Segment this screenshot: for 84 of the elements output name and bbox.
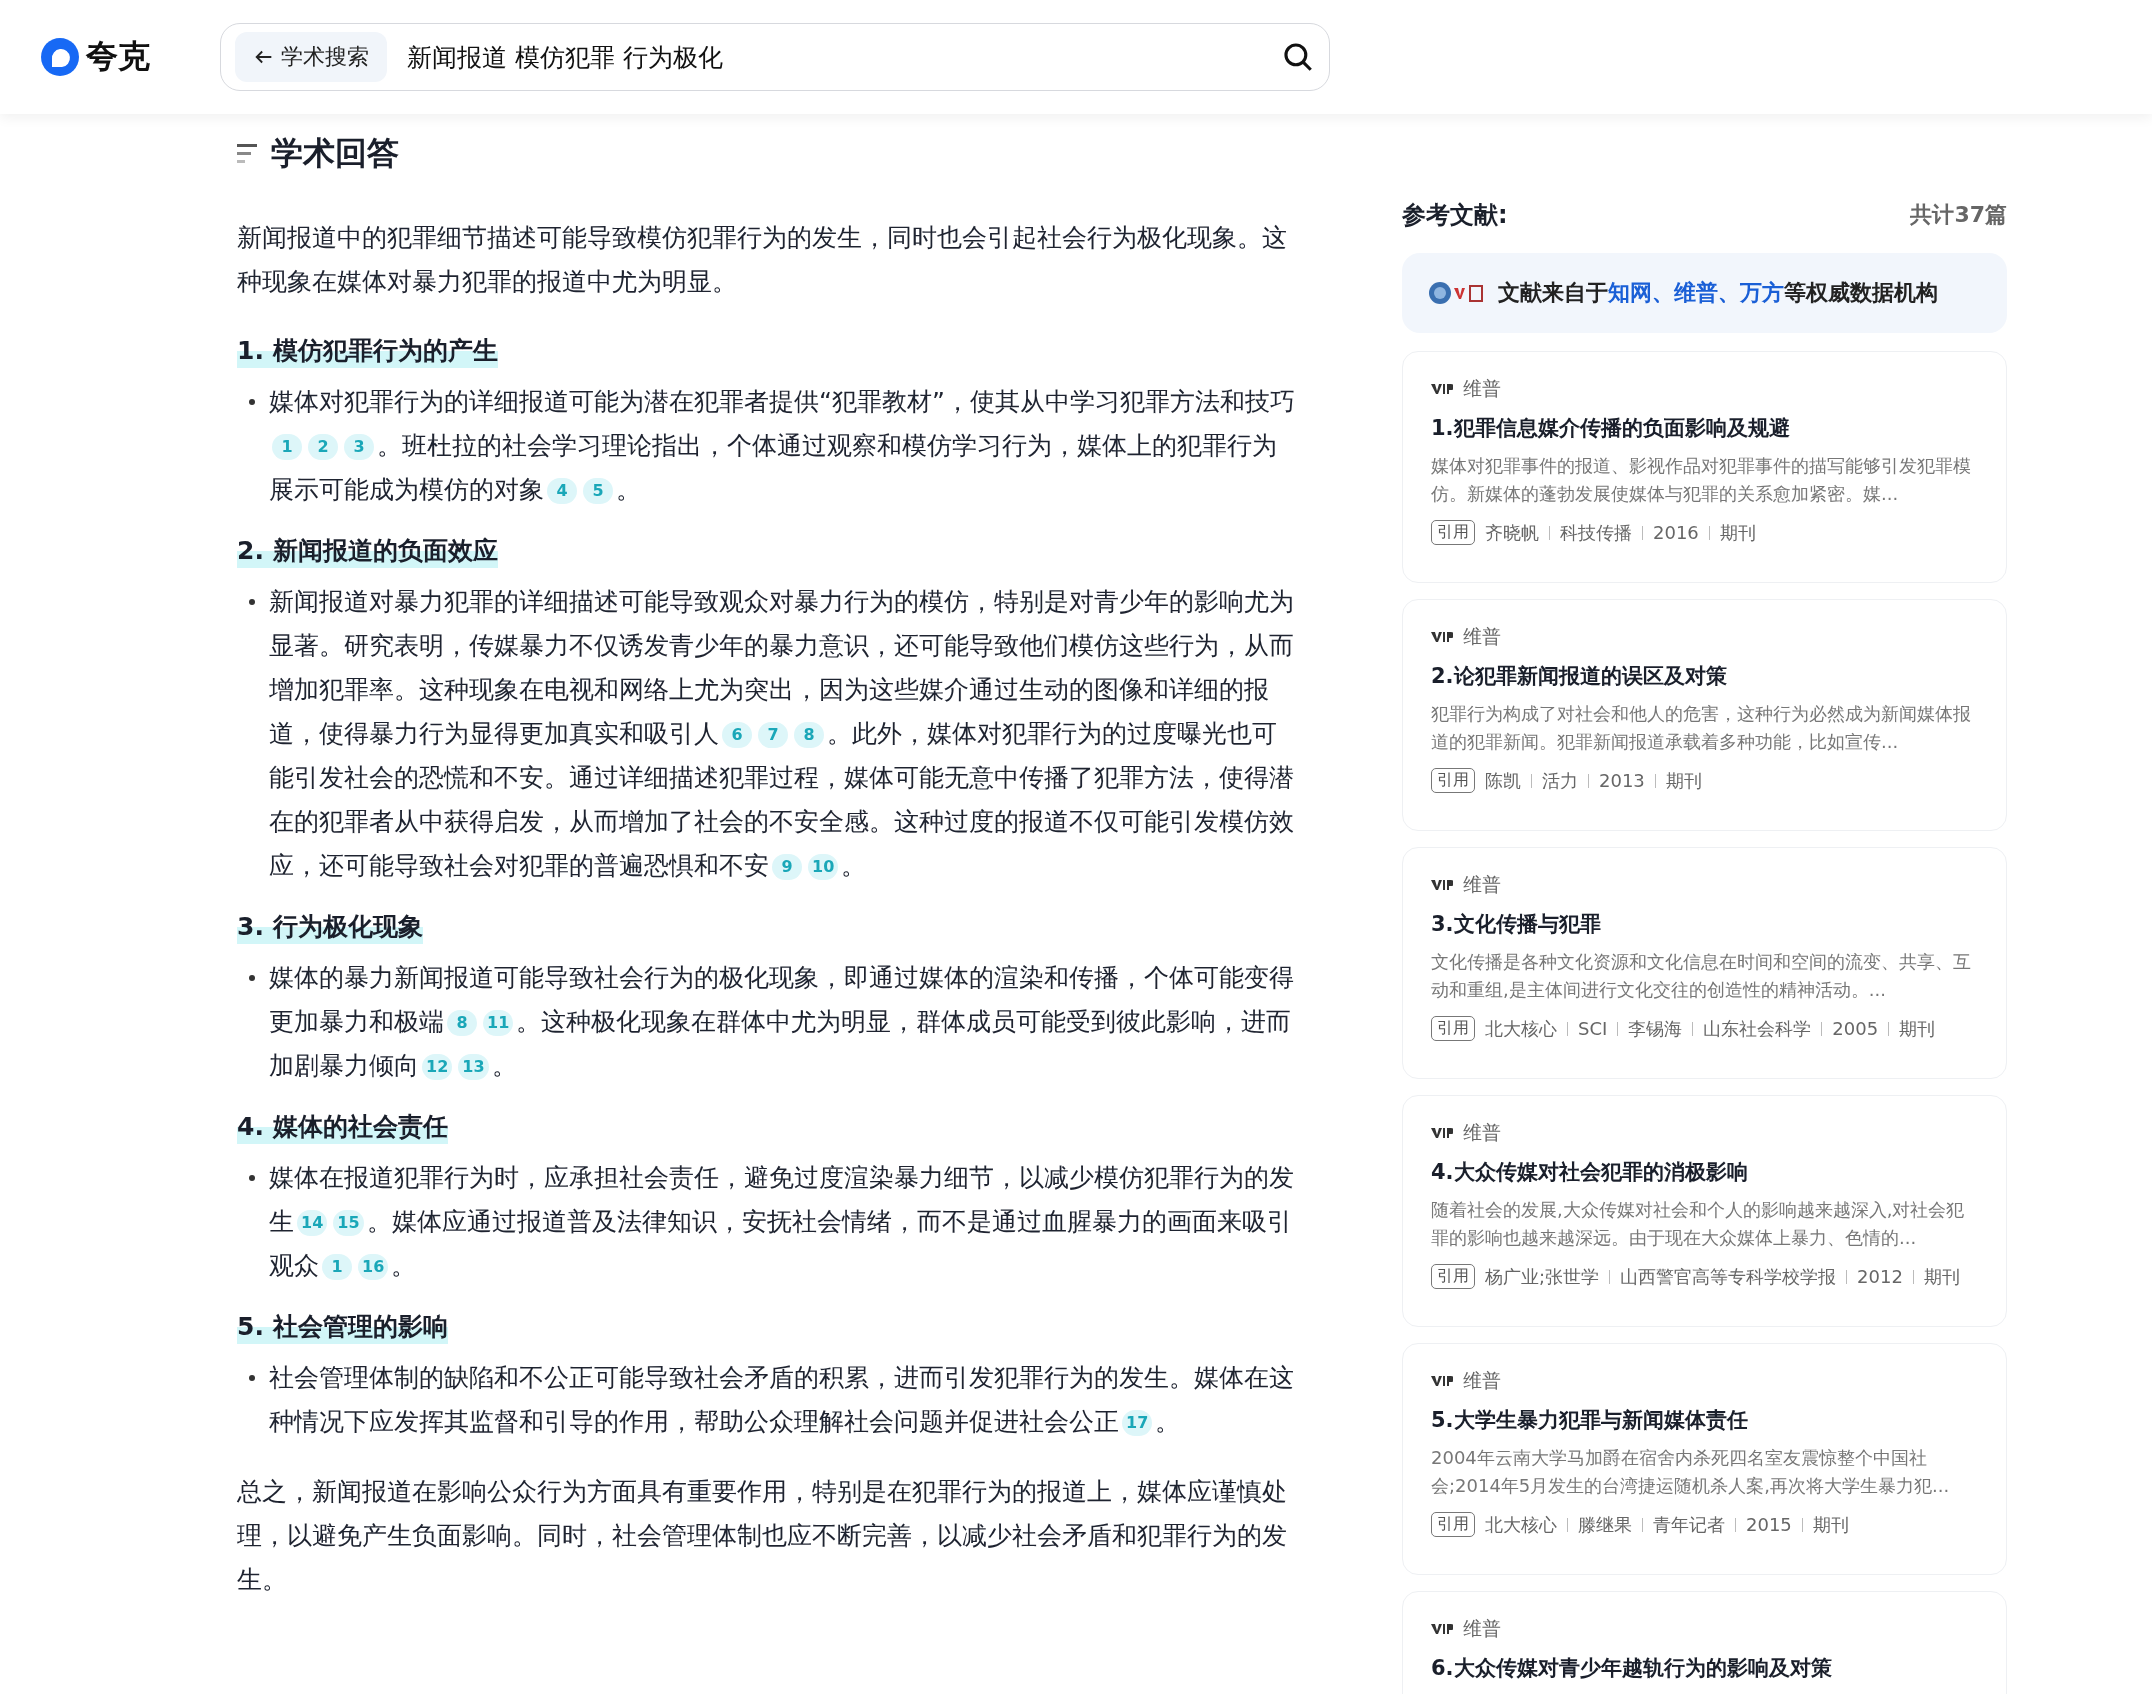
reference-meta: 杨广业;张世学 bbox=[1485, 1264, 1600, 1289]
reference-abstract: 随着社会的发展,大众传媒对社会和个人的影响越来越深入,对社会犯罪的影响也越来越深远。由于现在大众媒体上暴力、色情的... bbox=[1431, 1198, 1966, 1250]
reference-meta: 期刊 bbox=[1812, 1512, 1849, 1537]
reference-meta: 科技传播 bbox=[1560, 520, 1632, 545]
reference-card[interactable]: 维普 5.大学生暴力犯罪与新闻媒体责任 2004年云南大学马加爵在宿舍内杀死四名室友震惊整个中国社会;2014年5月发生的台湾捷运随机杀人案,再次将大学生暴力犯... 引用 北大核心 滕继果 青年记者 2015 期刊 bbox=[1402, 1343, 2007, 1575]
bullet-paragraph: 媒体对犯罪行为的详细报道可能为潜在犯罪者提供“犯罪教材”，使其从中学习犯罪方法和技巧 1 2 3 。班杜拉的社会学习理论指出，个体通过观察和模仿学习行为，媒体上的犯罪行为展示可能成为模仿的对象 4 5 。 bbox=[269, 386, 1296, 506]
source-label: 维普 bbox=[1463, 1368, 1501, 1393]
source-label: 维普 bbox=[1463, 1616, 1501, 1641]
source-banner-text: 文献来自于知网、维普、万方等权威数据机构 bbox=[1498, 279, 1938, 307]
reference-title[interactable]: 3.文化传播与犯罪 bbox=[1431, 910, 1978, 938]
cite-button[interactable]: 引用 bbox=[1431, 1512, 1475, 1537]
reference-meta: 山东社会科学 bbox=[1703, 1016, 1812, 1041]
reference-meta: 活力 bbox=[1542, 768, 1578, 793]
logo-text: 夸克 bbox=[86, 36, 150, 77]
vip-logo-icon bbox=[1431, 1623, 1453, 1635]
reference-meta: 期刊 bbox=[1665, 768, 1702, 793]
answer-title: 学术回答 bbox=[271, 133, 399, 174]
reference-title[interactable]: 6.大众传媒对青少年越轨行为的影响及对策 bbox=[1431, 1654, 1978, 1682]
back-button[interactable]: 学术搜索 bbox=[235, 32, 387, 82]
reference-title[interactable]: 4.大众传媒对社会犯罪的消极影响 bbox=[1431, 1158, 1978, 1186]
section-heading: 2. 新闻报道的负面效应 bbox=[237, 534, 498, 568]
cite-button[interactable]: 引用 bbox=[1431, 1016, 1475, 1041]
reference-meta: 山西警官高等专科学校学报 bbox=[1620, 1264, 1837, 1289]
reference-meta: 期刊 bbox=[1899, 1016, 1936, 1041]
reference-meta: SCI bbox=[1578, 1018, 1608, 1039]
vip-logo-icon bbox=[1431, 879, 1453, 891]
bullet-dot bbox=[249, 1375, 255, 1381]
cite-button[interactable]: 引用 bbox=[1431, 1264, 1475, 1289]
bullet-paragraph: 新闻报道对暴力犯罪的详细描述可能导致观众对暴力行为的模仿，特别是对青少年的影响尤为显著。研究表明，传媒暴力不仅诱发青少年的暴力意识，还可能导致他们模仿这些行为，从而增加犯罪率。这种现象在电视和网络上尤为突出，因为这些媒介通过生动的图像和详细的报道，使得暴力行为显得更加真实和吸引人 6 7 8 。此外，媒体对犯罪行为的过度曝光也可能引发社会的恐慌和不安。通过详细描述犯罪过程，媒体可能无意中传播了犯罪方法，使得潜在的犯罪者从中获得启发，从而增加了社会的不安全感。这种过度的报道不仅可能引发模仿效应，还可能导致社会对犯罪的普遍恐惧和不安 9 10 。 bbox=[269, 586, 1295, 882]
list-icon bbox=[237, 142, 259, 166]
search-field[interactable]: 学术搜索 新闻报道 模仿犯罪 行为极化 bbox=[220, 23, 1330, 91]
bullet-dot bbox=[249, 1175, 255, 1181]
reference-meta: 齐晓帆 bbox=[1485, 520, 1539, 545]
reference-card[interactable]: 维普 6.大众传媒对青少年越轨行为的影响及对策 bbox=[1402, 1591, 2007, 1694]
source-label: 维普 bbox=[1463, 376, 1501, 401]
search-icon[interactable] bbox=[1281, 40, 1315, 74]
database-logos-icon bbox=[1428, 280, 1484, 306]
vip-logo-icon bbox=[1431, 1375, 1453, 1387]
reference-abstract: 媒体对犯罪事件的报道、影视作品对犯罪事件的描写能够引发犯罪模仿。新媒体的蓬勃发展使媒体与犯罪的关系愈加紧密。媒... bbox=[1431, 454, 1972, 506]
reference-title[interactable]: 1.犯罪信息媒介传播的负面影响及规避 bbox=[1431, 414, 1978, 442]
bullet-paragraph: 媒体的暴力新闻报道可能导致社会行为的极化现象，即通过媒体的渲染和传播，个体可能变得更加暴力和极端 8 11 。这种极化现象在群体中尤为明显，群体成员可能受到彼此影响，进而加剧暴力倾向 12 13 。 bbox=[269, 962, 1295, 1082]
bullet-paragraph: 媒体在报道犯罪行为时，应承担社会责任，避免过度渲染暴力细节，以减少模仿犯罪行为的发生 14 15 。媒体应通过报道普及法律知识，安抚社会情绪，而不是通过血腥暴力的画面来吸引观众 1 16 。 bbox=[269, 1162, 1295, 1282]
reference-meta: 期刊 bbox=[1923, 1264, 1960, 1289]
reference-meta: 青年记者 bbox=[1653, 1512, 1725, 1537]
reference-meta: 北大核心 bbox=[1485, 1512, 1557, 1537]
reference-card[interactable]: 维普 3.文化传播与犯罪 文化传播是各种文化资源和文化信息在时间和空间的流变、共享、互动和重组,是主体间进行文化交往的创造性的精神活动。... 引用 北大核心 SCI 李锡海 山东社会科学 2005 期刊 bbox=[1402, 847, 2007, 1079]
bullet-dot bbox=[249, 599, 255, 605]
reference-meta: 期刊 bbox=[1719, 520, 1756, 545]
reference-title[interactable]: 5.大学生暴力犯罪与新闻媒体责任 bbox=[1431, 1406, 1978, 1434]
source-label: 维普 bbox=[1463, 872, 1501, 897]
reference-card[interactable]: 维普 4.大众传媒对社会犯罪的消极影响 随着社会的发展,大众传媒对社会和个人的影响越来越深入,对社会犯罪的影响也越来越深远。由于现在大众媒体上暴力、色情的... 引用 杨广业;张世学 山西警官高等专科学校学报 2012 期刊 bbox=[1402, 1095, 2007, 1327]
vip-logo-icon bbox=[1431, 631, 1453, 643]
reference-meta: 2013 bbox=[1599, 770, 1645, 791]
reference-meta: 2012 bbox=[1857, 1266, 1903, 1287]
reference-meta: 滕继果 bbox=[1578, 1512, 1632, 1537]
vip-logo-icon bbox=[1431, 1127, 1453, 1139]
reference-abstract: 文化传播是各种文化资源和文化信息在时间和空间的流变、共享、互动和重组,是主体间进行文化交往的创造性的精神活动。... bbox=[1431, 950, 1972, 1002]
vip-logo-icon bbox=[1431, 383, 1453, 395]
logo-icon bbox=[40, 37, 80, 77]
bullet-paragraph: 社会管理体制的缺陷和不公正可能导致社会矛盾的积累，进而引发犯罪行为的发生。媒体在这种情况下应发挥其监督和引导的作用，帮助公众理解社会问题并促进社会公正 17 。 bbox=[269, 1362, 1295, 1438]
conclusion-paragraph: 总之，新闻报道在影响公众行为方面具有重要作用，特别是在犯罪行为的报道上，媒体应谨慎处理，以避免产生负面影响。同时，社会管理体制也应不断完善，以减少社会矛盾和犯罪行为的发生。 bbox=[237, 1476, 1288, 1596]
section-heading: 1. 模仿犯罪行为的产生 bbox=[237, 334, 498, 368]
reference-meta: 李锡海 bbox=[1628, 1016, 1683, 1041]
bullet-dot bbox=[249, 399, 255, 405]
reference-meta: 2016 bbox=[1653, 522, 1699, 543]
intro-paragraph: 新闻报道中的犯罪细节描述可能导致模仿犯罪行为的发生，同时也会引起社会行为极化现象。这种现象在媒体对暴力犯罪的报道中尤为明显。 bbox=[237, 222, 1288, 298]
reference-card[interactable]: 维普 2.论犯罪新闻报道的误区及对策 犯罪行为构成了对社会和他人的危害，这种行为必然成为新闻媒体报道的犯罪新闻。犯罪新闻报道承载着多种功能，比如宣传... 引用 陈凯 活力 2013 期刊 bbox=[1402, 599, 2007, 831]
reference-meta: 北大核心 bbox=[1485, 1016, 1557, 1041]
section-heading: 4. 媒体的社会责任 bbox=[237, 1110, 448, 1144]
reference-card[interactable]: 维普 1.犯罪信息媒介传播的负面影响及规避 媒体对犯罪事件的报道、影视作品对犯罪事件的描写能够引发犯罪模仿。新媒体的蓬勃发展使媒体与犯罪的关系愈加紧密。媒... 引用 齐晓帆 科技传播 2016 期刊 bbox=[1402, 351, 2007, 583]
section-heading: 5. 社会管理的影响 bbox=[237, 1310, 448, 1344]
cite-button[interactable]: 引用 bbox=[1431, 768, 1475, 793]
references-count: 共计37篇 bbox=[1910, 201, 2007, 229]
references-title: 参考文献: bbox=[1402, 200, 1508, 231]
source-label: 维普 bbox=[1463, 624, 1501, 649]
reference-abstract: 2004年云南大学马加爵在宿舍内杀死四名室友震惊整个中国社会;2014年5月发生的台湾捷运随机杀人案,再次将大学生暴力犯... bbox=[1431, 1446, 1951, 1498]
reference-abstract: 犯罪行为构成了对社会和他人的危害，这种行为必然成为新闻媒体报道的犯罪新闻。犯罪新闻报道承载着多种功能，比如宣传... bbox=[1431, 702, 1972, 754]
source-label: 维普 bbox=[1463, 1120, 1501, 1145]
cite-button[interactable]: 引用 bbox=[1431, 520, 1475, 545]
bullet-dot bbox=[249, 975, 255, 981]
reference-meta: 陈凯 bbox=[1485, 768, 1521, 793]
reference-meta: 2015 bbox=[1746, 1514, 1792, 1535]
reference-title[interactable]: 2.论犯罪新闻报道的误区及对策 bbox=[1431, 662, 1978, 690]
reference-meta: 2005 bbox=[1832, 1018, 1879, 1039]
